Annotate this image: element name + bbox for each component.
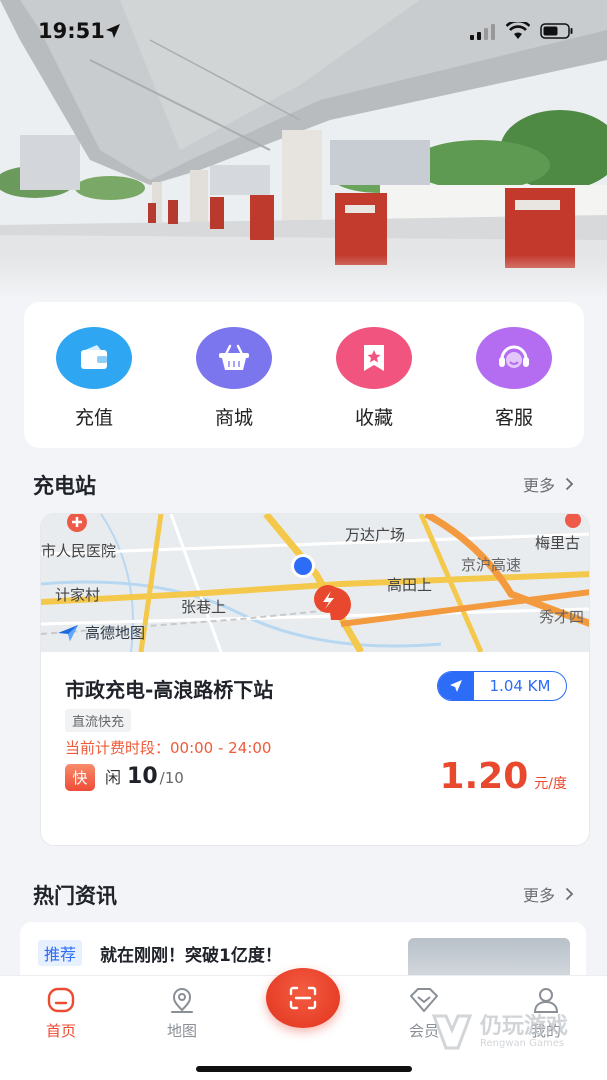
price: 1.20 元/度	[439, 756, 567, 797]
quick-recharge-label: 充值	[74, 407, 113, 429]
battery-icon	[540, 23, 573, 39]
news-more-link[interactable]: 更多	[523, 882, 574, 906]
station-card[interactable]: 市人民医院 计家村 张巷上 高田上 梅里古 万达广场 京沪高速 秀才四 高德地图…	[40, 513, 590, 846]
favorite-icon	[336, 327, 412, 389]
tab-map-label: 地图	[166, 1022, 197, 1040]
quick-shop[interactable]: 商城	[174, 327, 294, 430]
home-icon	[47, 987, 75, 1013]
tab-home-label: 首页	[45, 1022, 76, 1040]
map-provider-name: 高德地图	[85, 624, 146, 642]
quick-service-label: 客服	[494, 407, 533, 429]
amap-logo-icon	[58, 624, 78, 641]
cellular-signal-icon	[470, 24, 495, 40]
idle-total: /10	[159, 769, 184, 787]
price-unit: 元/度	[534, 776, 567, 792]
stations-more-label: 更多	[522, 476, 555, 495]
home-indicator	[196, 1066, 412, 1072]
watermark-sub: Rengwan Games	[480, 1037, 565, 1049]
map-label: 张巷上	[181, 598, 227, 616]
news-more-label: 更多	[522, 886, 555, 905]
status-bar: 19:51	[0, 0, 607, 64]
map-pin-icon	[171, 988, 193, 1013]
fast-charge-badge: 快	[65, 764, 95, 791]
watermark-logo-icon	[431, 1014, 473, 1050]
station-map[interactable]: 市人民医院 计家村 张巷上 高田上 梅里古 万达广场 京沪高速 秀才四 高德地图	[41, 514, 589, 652]
map-label: 京沪高速	[461, 556, 522, 574]
basket-icon	[196, 327, 272, 389]
idle-label: 闲	[105, 768, 122, 787]
watermark-text: 仍玩游戏	[480, 1013, 569, 1039]
navigation-arrow-icon	[438, 672, 474, 700]
stations-more-link[interactable]: 更多	[523, 472, 574, 496]
scan-button[interactable]	[266, 968, 340, 1028]
idle-free: 10	[127, 764, 158, 789]
tab-home[interactable]: 首页	[21, 986, 101, 1041]
station-name: 市政充电-高浪路桥下站	[65, 678, 274, 702]
navigate-button[interactable]: 1.04 KM	[437, 671, 567, 701]
news-title: 就在刚刚！突破1亿度！	[100, 946, 282, 966]
tab-map[interactable]: 地图	[142, 986, 222, 1041]
map-provider-logo: 高德地图	[57, 622, 145, 643]
map-label: 高田上	[387, 576, 433, 594]
quick-favorites[interactable]: 收藏	[314, 327, 434, 430]
location-arrow-icon	[106, 24, 120, 38]
quick-menu: 充值 商城 收藏 客服	[24, 302, 584, 448]
map-label: 万达广场	[345, 526, 406, 544]
map-label: 计家村	[55, 586, 101, 604]
charge-type-tag: 直流快充	[65, 709, 132, 732]
scan-icon	[289, 986, 317, 1010]
quick-shop-label: 商城	[214, 407, 253, 429]
chevron-right-icon	[565, 887, 574, 901]
map-label: 梅里古	[535, 534, 581, 552]
status-time: 19:51	[38, 19, 105, 43]
chevron-right-icon	[565, 477, 574, 491]
wallet-icon	[56, 327, 132, 389]
price-value: 1.20	[439, 756, 529, 797]
station-distance: 1.04 KM	[489, 677, 551, 695]
quick-service[interactable]: 客服	[454, 327, 574, 430]
watermark: 仍玩游戏 Rengwan Games	[430, 1010, 568, 1054]
news-section-title: 热门资讯	[33, 884, 117, 908]
customer-service-icon	[476, 327, 552, 389]
idle-count: 闲 10 /10	[105, 764, 184, 789]
map-label: 市人民医院	[41, 542, 117, 560]
tariff-period: 当前计费时段：00:00 - 24:00	[65, 739, 272, 757]
stations-section-title: 充电站	[33, 474, 96, 498]
wifi-icon	[506, 22, 530, 39]
news-tag: 推荐	[38, 940, 83, 966]
quick-recharge[interactable]: 充值	[34, 327, 154, 430]
map-label: 秀才四	[539, 608, 585, 626]
quick-favorites-label: 收藏	[354, 407, 393, 429]
